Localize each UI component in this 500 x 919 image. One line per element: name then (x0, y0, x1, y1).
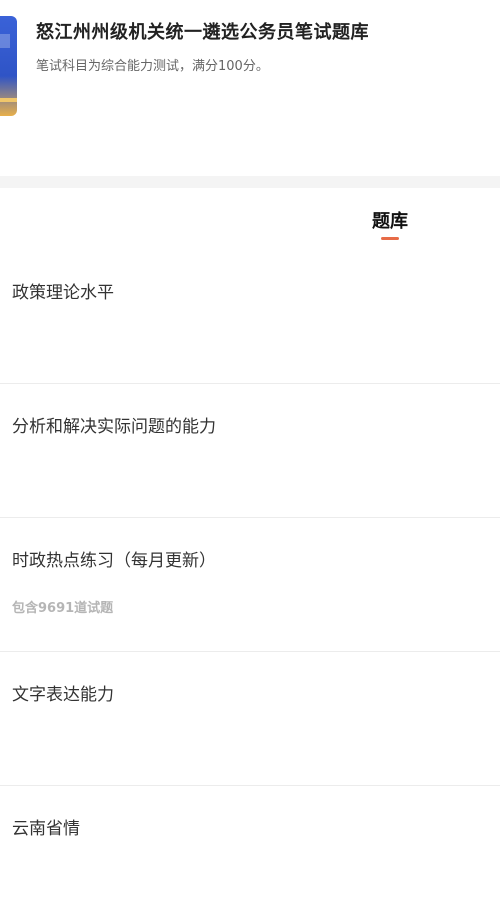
list-item-title: 时政热点练习（每月更新） (12, 551, 216, 571)
tab-label: 题库 (372, 211, 408, 232)
list-item-yunnan[interactable]: 云南省情 (0, 786, 500, 919)
book-cover-image (0, 16, 17, 116)
exam-title: 怒江州州级机关统一遴选公务员笔试题库 (36, 22, 369, 43)
section-divider (0, 176, 500, 188)
list-item-title: 分析和解决实际问题的能力 (12, 417, 216, 437)
active-tab-indicator (381, 237, 399, 240)
tab-question-bank[interactable]: 题库 (340, 200, 440, 245)
exam-description: 笔试科目为综合能力测试，满分100分。 (36, 59, 269, 74)
question-bank-list: 政策理论水平 分析和解决实际问题的能力 时政热点练习（每月更新） 包含9691道… (0, 250, 500, 919)
cover-decoration (0, 34, 10, 48)
list-item-problem-solving[interactable]: 分析和解决实际问题的能力 (0, 384, 500, 518)
exam-header-card: 怒江州州级机关统一遴选公务员笔试题库 笔试科目为综合能力测试，满分100分。 (0, 0, 500, 133)
cover-stripe (0, 98, 17, 102)
list-item-question-count: 包含9691道试题 (12, 601, 114, 616)
list-item-current-affairs[interactable]: 时政热点练习（每月更新） 包含9691道试题 (0, 518, 500, 652)
list-item-writing[interactable]: 文字表达能力 (0, 652, 500, 786)
list-item-title: 政策理论水平 (12, 283, 114, 303)
list-item-title: 云南省情 (12, 819, 80, 839)
list-item-title: 文字表达能力 (12, 685, 114, 705)
list-item-policy-theory[interactable]: 政策理论水平 (0, 250, 500, 384)
